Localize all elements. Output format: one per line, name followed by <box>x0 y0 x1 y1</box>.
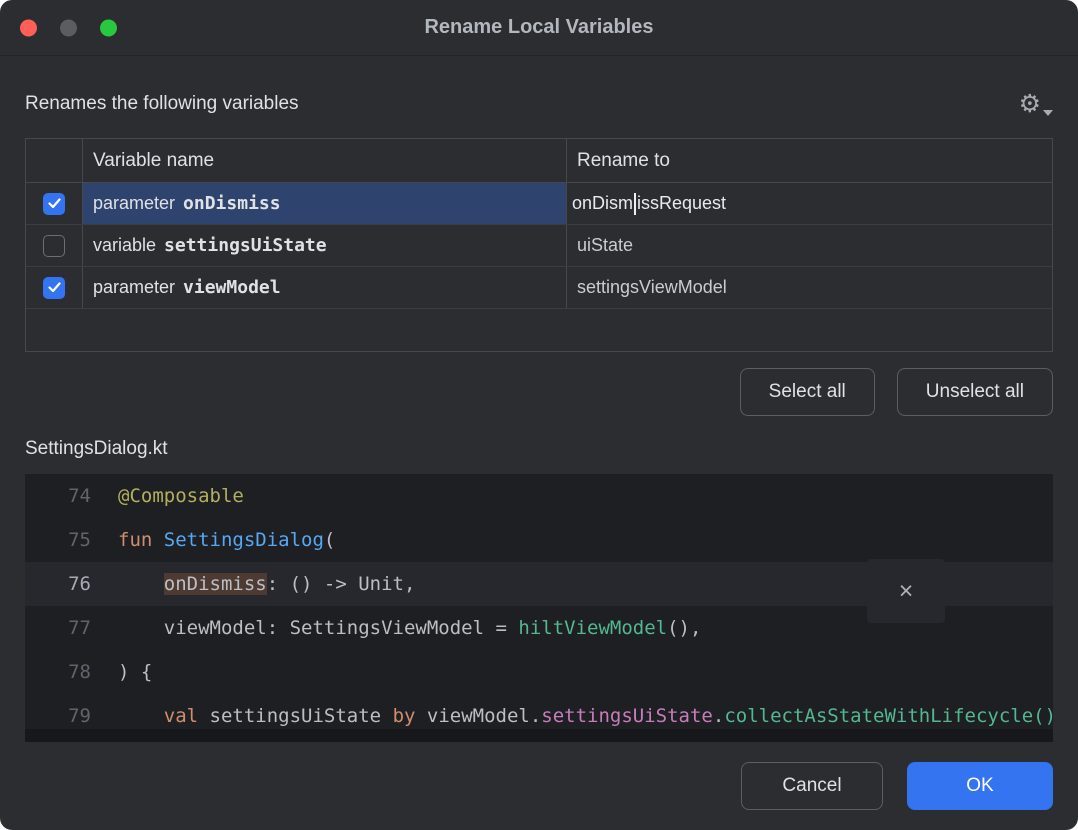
editor-scrollbar-track[interactable] <box>25 729 1053 742</box>
cancel-button[interactable]: Cancel <box>741 762 883 810</box>
code-token: : () -> Unit, <box>267 573 416 595</box>
gear-dropdown-arrow-icon <box>1043 110 1053 116</box>
column-header-variable-name: Variable name <box>82 139 566 182</box>
check-icon <box>48 198 61 209</box>
checkbox-cell <box>26 183 82 224</box>
code-token: @Composable <box>118 485 244 507</box>
column-header-rename-to: Rename to <box>566 139 1052 182</box>
window-title: Rename Local Variables <box>424 16 653 39</box>
minimize-window-button[interactable] <box>60 19 77 36</box>
code-token: viewModel: SettingsViewModel = <box>118 617 518 639</box>
code-text: viewModel: SettingsViewModel = hiltViewM… <box>115 606 701 650</box>
code-token: settingsUiState <box>210 705 393 727</box>
variable-name: viewModel <box>183 277 281 298</box>
code-text: fun SettingsDialog( <box>115 518 335 562</box>
variable-kind-label: parameter <box>93 193 175 214</box>
table-empty-area <box>26 309 1052 351</box>
row-checkbox[interactable] <box>43 277 65 299</box>
variable-name-cell[interactable]: parameter viewModel <box>82 267 566 308</box>
code-token <box>118 573 164 595</box>
unselect-all-button[interactable]: Unselect all <box>897 368 1053 416</box>
code-preview-editor: 74 @Composable 75 fun SettingsDialog( 76… <box>25 474 1053 742</box>
code-token: (), <box>667 617 701 639</box>
variable-kind-label: parameter <box>93 277 175 298</box>
rename-text: uiState <box>577 235 633 256</box>
code-token: ( <box>324 529 335 551</box>
dialog-content: Renames the following variables ⚙ Variab… <box>0 86 1078 810</box>
rename-to-cell[interactable]: uiState <box>566 225 1052 266</box>
code-token: collectAsStateWithLifecycle() <box>724 705 1053 727</box>
close-icon[interactable]: × <box>893 578 920 605</box>
dialog-description: Renames the following variables <box>25 93 299 115</box>
code-token: fun <box>118 529 164 551</box>
code-token: settingsUiState <box>541 705 713 727</box>
code-line: 78 ) { <box>25 650 1053 694</box>
variable-name: settingsUiState <box>164 235 327 256</box>
line-number: 75 <box>25 518 115 562</box>
line-number: 76 <box>25 562 115 606</box>
select-all-button[interactable]: Select all <box>740 368 875 416</box>
code-token: onDismiss <box>164 573 267 595</box>
checkbox-cell <box>26 225 82 266</box>
code-token: viewModel. <box>427 705 541 727</box>
checkbox-cell <box>26 267 82 308</box>
selection-buttons-row: Select all Unselect all <box>25 368 1053 416</box>
rename-to-cell[interactable]: onDismissRequest <box>566 183 1052 224</box>
variables-table: Variable name Rename to parameter onDism… <box>25 138 1053 352</box>
code-token: ) { <box>118 661 152 683</box>
code-line: 75 fun SettingsDialog( <box>25 518 1053 562</box>
code-token: hiltViewModel <box>518 617 667 639</box>
table-row[interactable]: variable settingsUiState uiState <box>26 225 1052 267</box>
zoom-window-button[interactable] <box>100 19 117 36</box>
line-number: 74 <box>25 474 115 518</box>
description-row: Renames the following variables ⚙ <box>25 86 1053 122</box>
rename-local-variables-dialog: Rename Local Variables Renames the follo… <box>0 0 1078 830</box>
rename-text-before-caret: onDism <box>572 193 633 214</box>
file-name-label: SettingsDialog.kt <box>25 438 1053 464</box>
code-token <box>118 705 164 727</box>
variable-kind-label: variable <box>93 235 156 256</box>
dialog-buttons-row: Cancel OK <box>25 762 1053 810</box>
code-token: . <box>713 705 724 727</box>
line-number: 77 <box>25 606 115 650</box>
text-caret <box>634 193 636 215</box>
variable-name-cell[interactable]: parameter onDismiss <box>82 183 566 224</box>
title-bar: Rename Local Variables <box>0 0 1078 56</box>
code-line: 74 @Composable <box>25 474 1053 518</box>
editor-hint-popup: × <box>867 559 945 623</box>
variable-name: onDismiss <box>183 193 281 214</box>
check-icon <box>48 282 61 293</box>
code-text: onDismiss: () -> Unit, <box>115 562 415 606</box>
table-header-row: Variable name Rename to <box>26 139 1052 183</box>
settings-gear-icon[interactable]: ⚙ <box>1017 90 1053 119</box>
table-row[interactable]: parameter onDismiss onDismissRequest <box>26 183 1052 225</box>
table-row[interactable]: parameter viewModel settingsViewModel <box>26 267 1052 309</box>
variable-name-cell[interactable]: variable settingsUiState <box>82 225 566 266</box>
code-token: by <box>393 705 427 727</box>
column-header-checkbox <box>26 139 82 182</box>
row-checkbox[interactable] <box>43 193 65 215</box>
window-controls <box>20 19 117 36</box>
rename-text: settingsViewModel <box>577 277 727 298</box>
ok-button[interactable]: OK <box>907 762 1053 810</box>
rename-to-cell[interactable]: settingsViewModel <box>566 267 1052 308</box>
row-checkbox[interactable] <box>43 235 65 257</box>
code-text: ) { <box>115 650 152 694</box>
rename-text-after-caret: issRequest <box>637 193 726 214</box>
code-token: SettingsDialog <box>164 529 324 551</box>
code-token: val <box>164 705 210 727</box>
close-window-button[interactable] <box>20 19 37 36</box>
code-text: @Composable <box>115 474 244 518</box>
line-number: 78 <box>25 650 115 694</box>
